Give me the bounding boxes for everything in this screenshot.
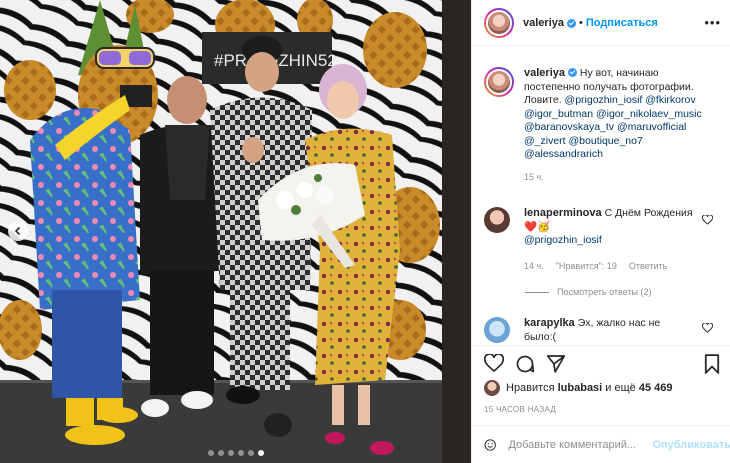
carousel-dot (248, 450, 254, 456)
likes-prefix: Нравится (506, 382, 555, 394)
share-icon[interactable] (546, 354, 566, 373)
comment-time: 14 ч. (524, 261, 544, 271)
caption-mention-link[interactable]: @igor_nikolaev_music (596, 108, 702, 120)
bookmark-icon[interactable] (704, 354, 720, 374)
author-username[interactable]: valeriya (523, 17, 564, 29)
reply-button[interactable]: Ответить (629, 261, 667, 271)
carousel-prev-button[interactable] (8, 221, 28, 241)
comment-body: С Днём Рождения (604, 207, 693, 219)
verified-icon (566, 19, 576, 28)
comment-text: karapylka Эх, жалко нас не было:( (524, 317, 684, 344)
caption-time: 15 ч. (524, 171, 544, 182)
comment-author[interactable]: lenaperminova (524, 207, 602, 219)
caption-mention-link[interactable]: @prigozhin_iosif (565, 94, 643, 106)
commenter-avatar[interactable] (484, 317, 510, 343)
header-separator: • (578, 16, 583, 29)
liker-avatar[interactable] (484, 380, 500, 396)
likes-count[interactable]: 45 469 (639, 382, 673, 394)
caption-mention-link[interactable]: @_zivert (524, 135, 566, 147)
comment-input[interactable] (508, 438, 651, 451)
follow-button[interactable]: Подписаться (586, 17, 658, 29)
caption: valeriya Ну вот, начинаю постепенно полу… (484, 67, 714, 182)
author-avatar[interactable] (484, 7, 514, 38)
likes-suffix: и ещё (605, 382, 636, 394)
carousel-dot (208, 450, 214, 456)
comment-icon[interactable] (515, 354, 535, 374)
commenter-avatar[interactable] (484, 207, 510, 233)
view-replies-button[interactable]: Посмотреть ответы (2) (525, 287, 652, 297)
comment-text: lenaperminova С Днём Рождения ❤️🥳 @prigo… (524, 207, 694, 248)
caption-text: valeriya Ну вот, начинаю постепенно полу… (524, 67, 714, 162)
more-icon[interactable]: ••• (704, 15, 721, 30)
comment-like-heart-icon[interactable] (702, 323, 713, 333)
caption-mention-link[interactable]: @maruvofficial (617, 121, 686, 133)
caption-mention-link[interactable]: @alessandrarich (524, 148, 603, 160)
comment-item: lenaperminova С Днём Рождения ❤️🥳 @prigo… (484, 207, 694, 248)
liker-username[interactable]: lubabasi (558, 382, 603, 394)
comment-emoji: ❤️🥳 (524, 220, 551, 233)
caption-mention-link[interactable]: @igor_butman (524, 108, 593, 120)
caption-mention-link[interactable]: @baranovskaya_tv (524, 121, 614, 133)
verified-icon (567, 68, 577, 77)
comment-author[interactable]: karapylka (524, 317, 575, 329)
comment-likes[interactable]: "Нравится": 19 (556, 261, 617, 271)
photo-scene: #PRIGOZHIN52 (0, 0, 471, 463)
likes-summary: Нравится lubabasi и ещё 45 469 (484, 380, 673, 396)
post-timestamp: 15 ЧАСОВ НАЗАД (484, 405, 557, 414)
view-replies-label: Посмотреть ответы (2) (557, 287, 652, 297)
caption-mention-link[interactable]: @boutique_no7 (569, 135, 643, 147)
comment-mention[interactable]: @prigozhin_iosif (524, 234, 602, 246)
comments-list[interactable]: valeriya Ну вот, начинаю постепенно полу… (472, 47, 730, 344)
carousel-dot (258, 450, 264, 456)
post-actions (472, 345, 730, 381)
post-side-panel: valeriya • Подписаться ••• valeriya Ну в… (471, 0, 730, 463)
post-header: valeriya • Подписаться ••• (472, 0, 730, 46)
comment-item: karapylka Эх, жалко нас не было:( (484, 317, 684, 344)
carousel-dot (218, 450, 224, 456)
add-comment-bar: Опубликовать (472, 425, 730, 463)
emoji-icon[interactable] (484, 436, 496, 454)
carousel-indicator (208, 450, 264, 456)
caption-mention-link[interactable]: @fkirkorov (645, 94, 695, 106)
comment-like-heart-icon[interactable] (702, 215, 713, 225)
carousel-dot (228, 450, 234, 456)
carousel-dot (238, 450, 244, 456)
caption-avatar[interactable] (484, 67, 514, 97)
caption-author[interactable]: valeriya (524, 67, 565, 79)
post-photo[interactable]: #PRIGOZHIN52 (0, 0, 471, 463)
heart-icon[interactable] (484, 354, 504, 373)
comment-meta: 14 ч. "Нравится": 19 Ответить (524, 261, 667, 271)
publish-button[interactable]: Опубликовать (652, 439, 730, 451)
chevron-left-icon (14, 226, 21, 236)
